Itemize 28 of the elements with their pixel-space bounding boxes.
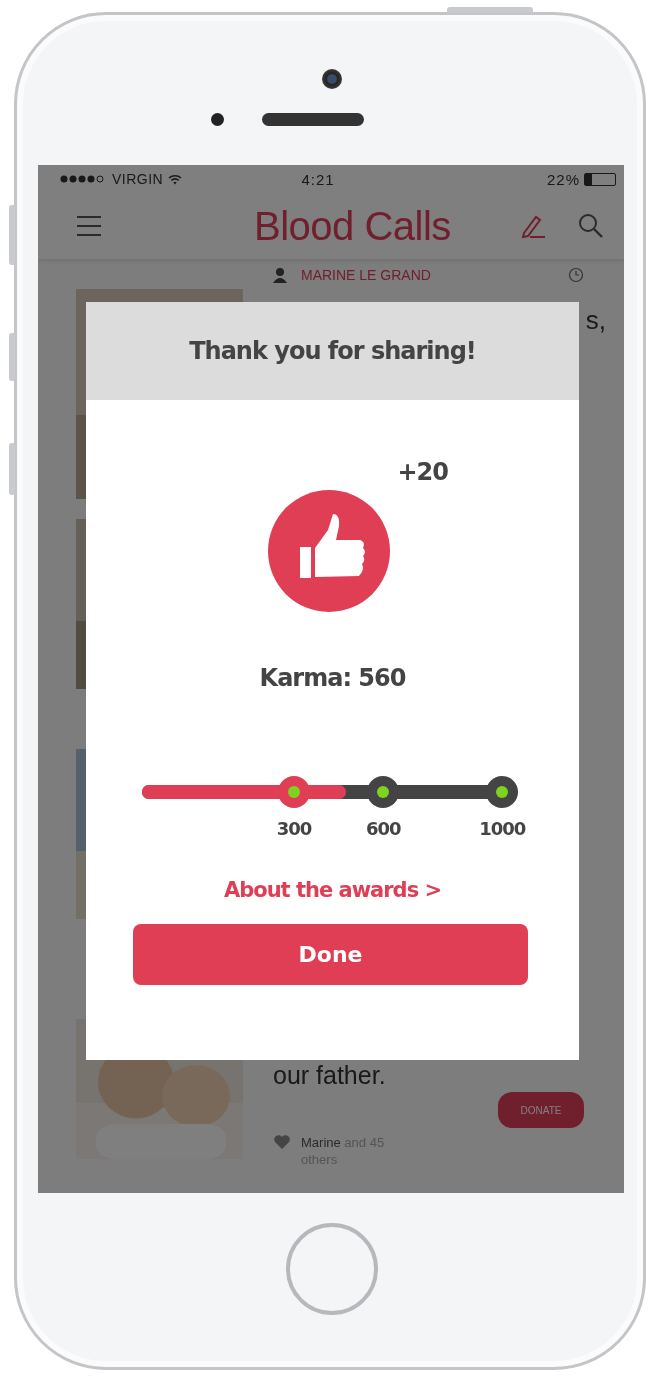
thumbs-up-icon bbox=[267, 490, 390, 612]
awards-link[interactable]: About the awards > bbox=[223, 878, 442, 902]
donate-button[interactable]: DONATE bbox=[498, 1092, 584, 1128]
dialog-title: Thank you for sharing! bbox=[189, 337, 476, 365]
post-headline: s, bbox=[585, 305, 606, 336]
sensor-dot bbox=[211, 113, 224, 126]
signal-icon bbox=[60, 175, 106, 183]
pencil-icon[interactable] bbox=[520, 213, 546, 239]
milestone-label: 300 bbox=[276, 818, 312, 839]
author-name[interactable]: MARINE LE GRAND bbox=[301, 267, 431, 283]
karma-bonus: +20 bbox=[397, 458, 448, 486]
heart-icon[interactable] bbox=[273, 1134, 291, 1150]
done-button[interactable]: Done bbox=[133, 924, 528, 985]
milestone-label: 600 bbox=[366, 818, 401, 839]
status-time: 4:21 bbox=[301, 170, 335, 188]
carrier-name: VIRGIN bbox=[112, 171, 164, 187]
app-title: Blood Calls bbox=[254, 203, 451, 249]
battery-percent: 22% bbox=[546, 170, 580, 188]
karma-score: Karma: 560 bbox=[259, 664, 406, 692]
avatar-icon bbox=[273, 267, 287, 283]
milestone-label: 1000 bbox=[479, 818, 526, 839]
menu-icon[interactable] bbox=[76, 215, 102, 237]
post-headline: our father. bbox=[273, 1061, 387, 1090]
search-icon[interactable] bbox=[578, 213, 604, 239]
camera-lens bbox=[322, 69, 342, 89]
wifi-icon bbox=[168, 173, 183, 185]
clock-icon bbox=[568, 267, 584, 283]
battery-icon bbox=[584, 172, 616, 186]
